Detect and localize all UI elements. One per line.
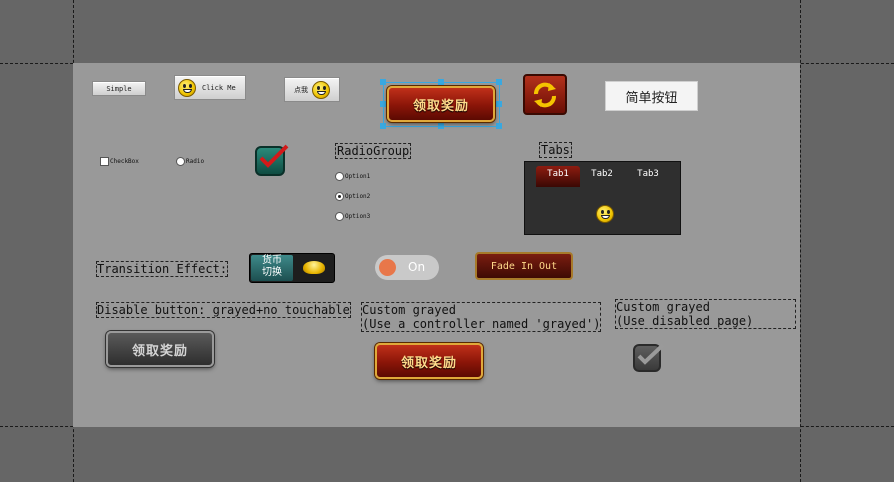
disabled-reward-button: 领取奖励 [106, 331, 214, 367]
selection-handle[interactable] [380, 101, 386, 107]
refresh-button[interactable] [523, 74, 567, 115]
selection-handle[interactable] [438, 79, 444, 85]
tabs-panel: Tab1 Tab2 Tab3 [524, 161, 681, 235]
checkbox-label: CheckBox [110, 158, 139, 165]
dianwo-button[interactable]: 点我 [284, 77, 340, 102]
dianwo-label: 点我 [294, 85, 308, 94]
grayed-checkbox [633, 343, 665, 372]
fade-in-out-button[interactable]: Fade In Out [475, 252, 573, 280]
refresh-icon [534, 82, 556, 107]
checkbox-control[interactable]: CheckBox [100, 157, 139, 166]
radio-label: Radio [186, 158, 205, 165]
transition-label: Transition Effect: [96, 261, 229, 277]
simple-cn-button[interactable]: 简单按钮 [605, 81, 698, 111]
selection-handle[interactable] [496, 123, 502, 129]
reward-button[interactable]: 领取奖励 [387, 86, 495, 122]
click-me-label: Click Me [202, 83, 236, 92]
selection-handle[interactable] [438, 123, 444, 129]
teal-checkbox[interactable] [255, 144, 289, 176]
currency-switch-button[interactable]: 货币 切换 [249, 253, 335, 283]
toggle-switch[interactable]: On [375, 255, 439, 280]
smiley-icon [596, 205, 614, 223]
radio-option-2[interactable]: Option2 [335, 186, 370, 206]
gold-ingot-icon [303, 261, 325, 274]
check-icon [637, 343, 665, 365]
radio-option-3[interactable]: Option3 [335, 206, 370, 226]
currency-label-box: 货币 切换 [251, 255, 293, 281]
toggle-label: On [408, 260, 426, 274]
stage-canvas: Simple Click Me 点我 领取奖励 简单按钮 CheckBox Ra… [73, 63, 800, 427]
tab-2[interactable]: Tab2 [580, 166, 624, 187]
selection-handle[interactable] [496, 101, 502, 107]
click-me-button[interactable]: Click Me [174, 75, 246, 100]
custom-grayed-reward-button[interactable]: 领取奖励 [375, 343, 483, 379]
tabs-title: Tabs [539, 142, 572, 158]
simple-button[interactable]: Simple [92, 81, 146, 96]
tab-1[interactable]: Tab1 [536, 166, 580, 187]
custom-grayed-label: Custom grayed (Use a controller named 'g… [361, 302, 601, 332]
smiley-icon [178, 78, 196, 97]
radio-option-1[interactable]: Option1 [335, 166, 370, 186]
tab-3[interactable]: Tab3 [626, 166, 670, 187]
disable-label: Disable button: grayed+no touchable [96, 302, 351, 318]
checkbox-box[interactable] [100, 157, 109, 166]
check-icon [259, 144, 289, 168]
selection-handle[interactable] [380, 123, 386, 129]
custom-grayed-page-label: Custom grayed (Use disabled page) [615, 299, 796, 329]
radio-group-title: RadioGroup [335, 143, 412, 159]
selection-handle[interactable] [380, 79, 386, 85]
guide-line-right [800, 0, 801, 482]
radio-group: Option1 Option2 Option3 [335, 166, 370, 226]
selected-reward-wrapper: 领取奖励 [380, 79, 502, 129]
selection-handle[interactable] [496, 79, 502, 85]
smiley-icon [312, 80, 330, 99]
toggle-knob [379, 259, 396, 276]
radio-control[interactable]: Radio [176, 157, 204, 166]
radio-circle[interactable] [176, 157, 185, 166]
